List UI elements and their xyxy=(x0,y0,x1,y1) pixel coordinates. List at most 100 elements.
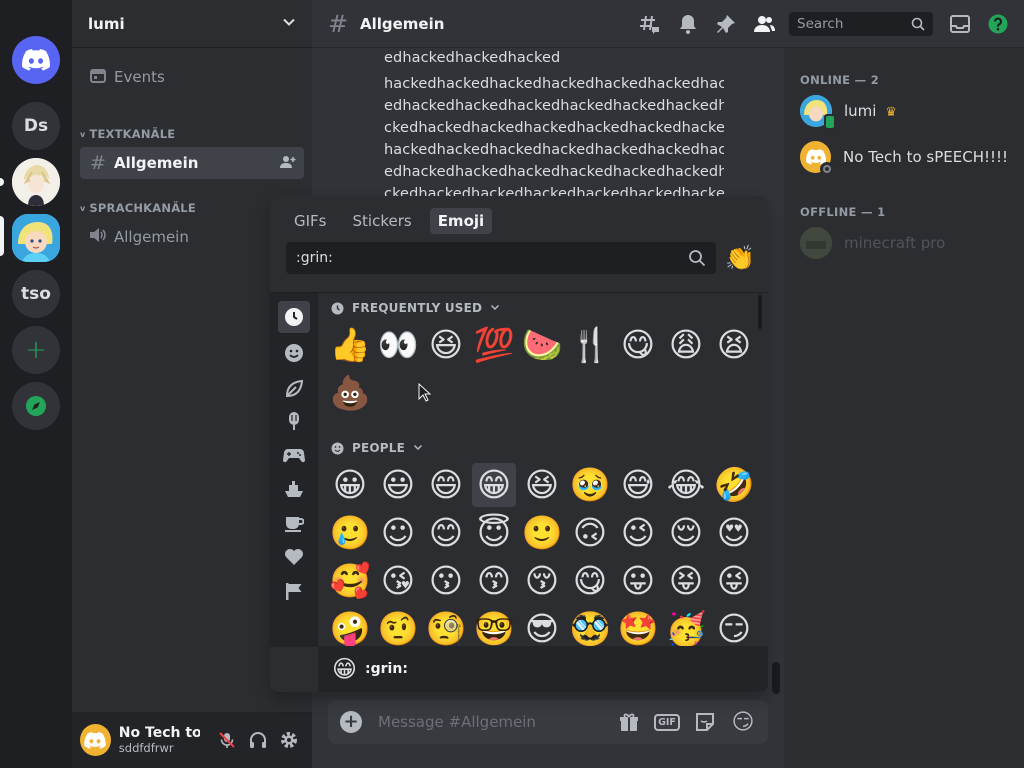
server-ds[interactable]: Ds xyxy=(12,102,60,150)
emoji-cell[interactable]: 🍴 xyxy=(568,323,612,367)
emoji-cell[interactable]: 😅 xyxy=(616,463,660,507)
tab-gifs[interactable]: GIFs xyxy=(286,208,335,234)
inbox-button[interactable] xyxy=(946,12,974,36)
server-anime-avatar[interactable] xyxy=(12,158,60,206)
message-text-line: ckedhackedhackedhackedhackedhackedhacked xyxy=(384,120,724,136)
emoji-cell[interactable]: 🤪 xyxy=(328,607,372,647)
category-objects[interactable] xyxy=(278,507,310,539)
emoji-cell[interactable]: 🤓 xyxy=(472,607,516,647)
sticker-button[interactable] xyxy=(692,709,718,735)
emoji-cell[interactable]: 🤣 xyxy=(712,463,756,507)
emoji-cell[interactable]: 😘 xyxy=(376,559,420,603)
emoji-cell[interactable]: 😁 xyxy=(472,463,516,507)
emoji-cell[interactable]: 😀 xyxy=(328,463,372,507)
emoji-cell[interactable]: 🥳 xyxy=(664,607,708,647)
category-travel[interactable] xyxy=(278,473,310,505)
upload-button[interactable]: + xyxy=(340,711,362,733)
channel-item-allgemein-text[interactable]: # Allgemein xyxy=(80,147,304,179)
events-item[interactable]: Events xyxy=(80,61,304,93)
tab-emoji[interactable]: Emoji xyxy=(429,208,493,234)
member-item[interactable]: minecraft pro xyxy=(792,222,1016,264)
settings-button[interactable] xyxy=(273,724,304,756)
emoji-cell[interactable]: 😙 xyxy=(472,559,516,603)
voice-category[interactable]: v SPRACHKANÄLE xyxy=(80,201,196,215)
emoji-cell[interactable]: 😇 xyxy=(472,511,516,555)
help-button[interactable] xyxy=(984,12,1012,36)
emoji-cell[interactable]: 👀 xyxy=(376,323,420,367)
text-category[interactable]: v TEXTKANÄLE xyxy=(80,127,175,141)
explore-servers-button[interactable] xyxy=(12,382,60,430)
server-cartoon-avatar[interactable] xyxy=(12,214,60,262)
emoji-cell[interactable]: 🥹 xyxy=(568,463,612,507)
category-recent[interactable] xyxy=(278,301,310,333)
emoji-cell[interactable]: 💩 xyxy=(328,371,372,415)
emoji-cell[interactable]: 😏 xyxy=(712,607,756,647)
gift-button[interactable] xyxy=(616,709,642,735)
threads-button[interactable] xyxy=(636,12,664,36)
category-people[interactable] xyxy=(278,337,310,369)
category-food[interactable] xyxy=(278,405,310,437)
emoji-cell[interactable]: 😝 xyxy=(664,559,708,603)
emoji-cell[interactable]: 😫 xyxy=(712,323,756,367)
emoji-cell[interactable]: 😌 xyxy=(664,511,708,555)
add-server-button[interactable]: + xyxy=(12,326,60,374)
emoji-cell[interactable]: 😚 xyxy=(520,559,564,603)
emoji-cell[interactable]: 😗 xyxy=(424,559,468,603)
add-member-icon[interactable] xyxy=(280,155,296,172)
emoji-cell[interactable]: 😋 xyxy=(568,559,612,603)
emoji-cell[interactable]: 💯 xyxy=(472,323,516,367)
emoji-button[interactable]: 😏 xyxy=(730,709,756,735)
emoji-cell[interactable]: ☺ xyxy=(376,511,420,555)
emoji-cell[interactable]: 😂 xyxy=(664,463,708,507)
emoji-cell[interactable]: 😎 xyxy=(520,607,564,647)
emoji-cell[interactable]: 😍 xyxy=(712,511,756,555)
search-input[interactable]: Search xyxy=(789,12,933,36)
mute-button[interactable] xyxy=(212,724,243,756)
message-input[interactable]: Message #Allgemein xyxy=(378,713,604,731)
member-list-button[interactable] xyxy=(750,12,778,36)
discord-home-button[interactable] xyxy=(12,36,60,84)
emoji-cell[interactable]: 😩 xyxy=(664,323,708,367)
emoji-cell[interactable]: 🙃 xyxy=(568,511,612,555)
emoji-cell[interactable]: 😋 xyxy=(616,323,660,367)
emoji-cell[interactable]: 🤨 xyxy=(376,607,420,647)
emoji-cell[interactable]: 🤩 xyxy=(616,607,660,647)
emoji-cell[interactable]: 😉 xyxy=(616,511,660,555)
emoji-cell[interactable]: 😊 xyxy=(424,511,468,555)
member-item[interactable]: lumi ♛ xyxy=(792,90,1016,132)
category-activities[interactable] xyxy=(278,439,310,471)
category-nature[interactable] xyxy=(278,373,310,405)
category-symbols[interactable] xyxy=(278,541,310,573)
emoji-cell[interactable]: 🥰 xyxy=(328,559,372,603)
picker-body: FREQUENTLY USED 👍 👀 😆 💯 🍉 🍴 😋 😩 😫 💩 PEOPLE 😀 😃 😄 😁 😆 🥹… xyxy=(270,292,768,647)
emoji-cell[interactable]: 😛 xyxy=(616,559,660,603)
emoji-cell[interactable]: 😃 xyxy=(376,463,420,507)
pinned-messages-button[interactable] xyxy=(712,12,740,36)
emoji-cell[interactable]: 🍉 xyxy=(520,323,564,367)
scrollbar[interactable] xyxy=(772,662,780,694)
emoji-cell[interactable]: 😆 xyxy=(520,463,564,507)
skin-tone-button[interactable]: 👏 xyxy=(724,242,756,274)
tab-stickers[interactable]: Stickers xyxy=(345,208,420,234)
emoji-cell[interactable]: 😆 xyxy=(424,323,468,367)
category-flags[interactable] xyxy=(278,575,310,607)
scrollbar[interactable] xyxy=(758,295,762,329)
emoji-cell[interactable]: 🧐 xyxy=(424,607,468,647)
emoji-cell[interactable]: 😜 xyxy=(712,559,756,603)
notification-button[interactable] xyxy=(674,12,702,36)
emoji-search-input[interactable]: :grin: xyxy=(286,242,716,274)
deafen-button[interactable] xyxy=(242,724,273,756)
server-tso[interactable]: tso xyxy=(12,270,60,318)
emoji-cell[interactable]: 🥸 xyxy=(568,607,612,647)
gif-button[interactable]: GIF xyxy=(654,709,680,735)
section-frequently-used[interactable]: FREQUENTLY USED xyxy=(330,301,500,315)
emoji-cell[interactable]: 🙂 xyxy=(520,511,564,555)
avatar[interactable] xyxy=(80,724,111,756)
guild-header[interactable]: lumi xyxy=(72,0,312,48)
emoji-cell[interactable]: 😄 xyxy=(424,463,468,507)
emoji-cell[interactable]: 👍 xyxy=(328,323,372,367)
member-item[interactable]: No Tech to sPEECH!!!!... xyxy=(792,136,1016,178)
emoji-cell[interactable]: 🥲 xyxy=(328,511,372,555)
section-people[interactable]: PEOPLE xyxy=(330,441,423,455)
user-names[interactable]: No Tech to... sddfdfrwr xyxy=(119,725,200,755)
